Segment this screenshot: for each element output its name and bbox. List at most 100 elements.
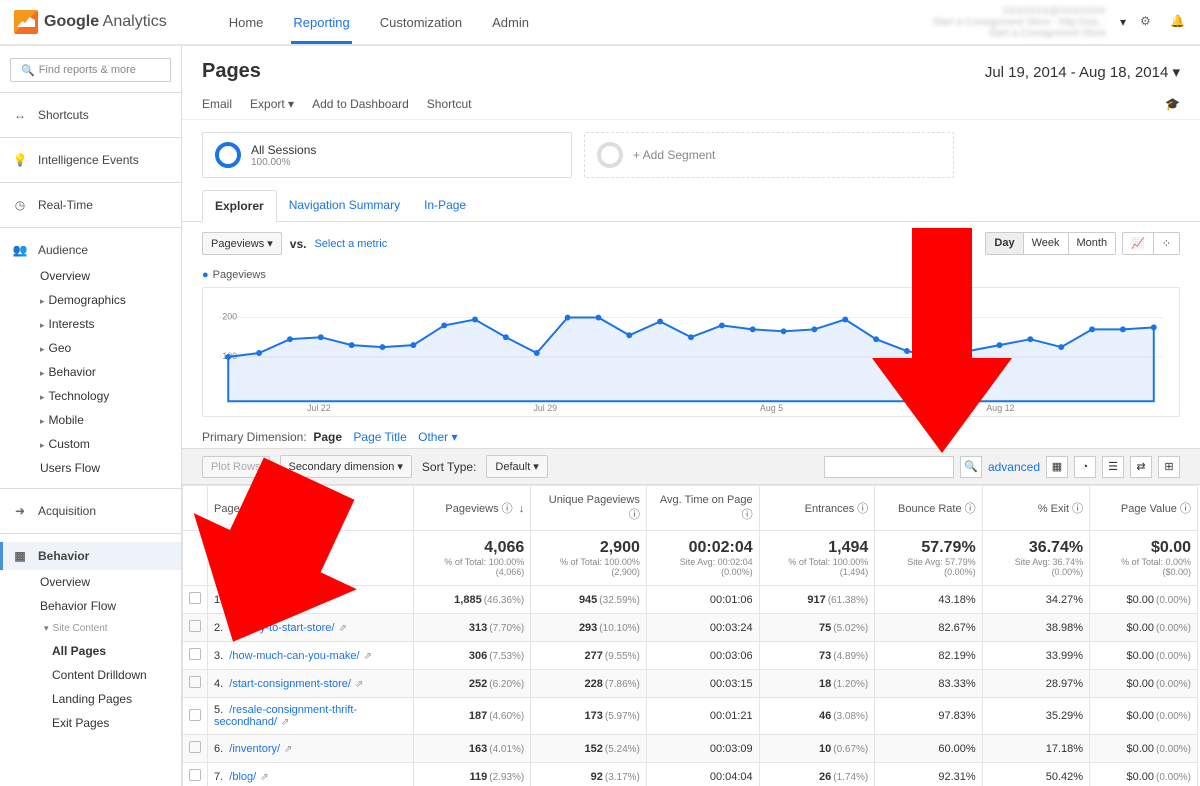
open-icon[interactable]: ⇗ (355, 679, 363, 690)
behavior-flow[interactable]: Behavior Flow (40, 594, 181, 618)
shortcut-button[interactable]: Shortcut (427, 97, 472, 111)
col-exit[interactable]: % Exit ⓘ (982, 486, 1089, 531)
logo[interactable]: Google Analytics (14, 10, 167, 34)
audience-technology[interactable]: Technology (40, 384, 181, 408)
topbar: Google Analytics Home Reporting Customiz… (0, 0, 1200, 46)
bell-icon[interactable]: 🔔 (1170, 14, 1186, 30)
dim-pagetitle[interactable]: Page Title (353, 430, 406, 444)
sidebar-shortcuts[interactable]: ↔Shortcuts (0, 101, 181, 129)
audience-demographics[interactable]: Demographics (40, 288, 181, 312)
search-button-icon[interactable]: 🔍 (960, 456, 982, 478)
cell-avgtime: 00:03:09 (646, 735, 759, 763)
col-pagevalue[interactable]: Page Value ⓘ (1090, 486, 1198, 531)
behavior-subnav: Overview Behavior Flow Site Content (0, 570, 181, 639)
account-label[interactable]: XXXXXXX@XXXXXXXStart a Consignment Store… (933, 6, 1106, 39)
gear-icon[interactable]: ⚙ (1140, 14, 1156, 30)
audience-behavior[interactable]: Behavior (40, 360, 181, 384)
audience-geo[interactable]: Geo (40, 336, 181, 360)
search-input[interactable]: 🔍 Find reports & more (10, 58, 171, 82)
segment-circle-icon (215, 142, 241, 168)
col-avgtime[interactable]: Avg. Time on Page ⓘ (646, 486, 759, 531)
table-row: 6. /inventory/⇗163(4.01%)152(5.24%)00:03… (183, 735, 1198, 763)
col-entrances[interactable]: Entrances ⓘ (759, 486, 875, 531)
select-metric-link[interactable]: Select a metric (314, 238, 387, 250)
tab-explorer[interactable]: Explorer (202, 190, 277, 222)
chart-line-icon[interactable]: 📈 (1123, 233, 1154, 254)
period-week[interactable]: Week (1024, 233, 1069, 254)
email-button[interactable]: Email (202, 97, 232, 111)
audience-custom[interactable]: Custom (40, 432, 181, 456)
cell-value: $0.00(0.00%) (1090, 670, 1198, 698)
sidebar-acquisition[interactable]: ➜Acquisition (0, 497, 181, 525)
audience-interests[interactable]: Interests (40, 312, 181, 336)
sidebar: 🔍 Find reports & more ↔Shortcuts 💡Intell… (0, 46, 182, 786)
sitecontent-exit[interactable]: Exit Pages (52, 711, 181, 735)
segment-all-sessions[interactable]: All Sessions100.00% (202, 132, 572, 178)
nav-customization[interactable]: Customization (378, 1, 464, 44)
report-tabs: Explorer Navigation Summary In-Page (182, 190, 1200, 222)
open-icon[interactable]: ⇗ (284, 744, 292, 755)
row-checkbox[interactable] (183, 763, 208, 786)
addtodash-button[interactable]: Add to Dashboard (312, 97, 409, 111)
page-link[interactable]: /start-consignment-store/ (229, 678, 351, 690)
cell-avgtime: 00:03:06 (646, 642, 759, 670)
segment-sublabel: 100.00% (251, 157, 316, 168)
shortcuts-icon: ↔ (12, 108, 28, 122)
sitecontent-landing[interactable]: Landing Pages (52, 687, 181, 711)
cell-entrances: 26(1.74%) (759, 763, 875, 786)
audience-overview[interactable]: Overview (40, 264, 181, 288)
open-icon[interactable]: ⇗ (281, 717, 289, 728)
view-table-icon[interactable]: ▦ (1046, 456, 1068, 478)
open-icon[interactable]: ⇗ (364, 651, 372, 662)
audience-mobile[interactable]: Mobile (40, 408, 181, 432)
tab-navsummary[interactable]: Navigation Summary (277, 190, 412, 221)
advanced-link[interactable]: advanced (988, 460, 1040, 474)
nav-reporting[interactable]: Reporting (291, 1, 351, 44)
view-bar-icon[interactable]: ☰ (1102, 456, 1124, 478)
behavior-overview[interactable]: Overview (40, 570, 181, 594)
cell-pageviews: 1,885(46.36%) (414, 586, 531, 614)
dim-page[interactable]: Page (313, 430, 342, 444)
account-menu-dropdown-icon[interactable]: ▾ (1120, 15, 1126, 29)
page-link[interactable]: /inventory/ (229, 743, 280, 755)
row-checkbox[interactable] (183, 735, 208, 763)
sum-entrances: 1,494 (766, 539, 869, 557)
row-checkbox[interactable] (183, 698, 208, 735)
dim-other[interactable]: Other ▾ (418, 430, 457, 444)
table-search-input[interactable] (824, 456, 954, 478)
metric-select[interactable]: Pageviews ▾ (202, 232, 282, 255)
sitecontent-drilldown[interactable]: Content Drilldown (52, 663, 181, 687)
date-range-picker[interactable]: Jul 19, 2014 - Aug 18, 2014 ▾ (985, 63, 1180, 81)
cell-avgtime: 00:04:04 (646, 763, 759, 786)
education-icon[interactable]: 🎓 (1165, 97, 1180, 111)
sort-default[interactable]: Default ▾ (486, 455, 547, 478)
open-icon[interactable]: ⇗ (260, 772, 268, 783)
sitecontent-allpages[interactable]: All Pages (52, 639, 181, 663)
period-month[interactable]: Month (1069, 233, 1116, 254)
nav-admin[interactable]: Admin (490, 1, 531, 44)
tab-inpage[interactable]: In-Page (412, 190, 478, 221)
sidebar-audience[interactable]: 👥Audience (0, 236, 181, 264)
add-segment-button[interactable]: + Add Segment (584, 132, 954, 178)
sidebar-realtime[interactable]: ◷Real-Time (0, 191, 181, 219)
logo-text: Google Analytics (44, 13, 167, 31)
add-segment-label: + Add Segment (633, 148, 715, 162)
view-comparison-icon[interactable]: ⇄ (1130, 456, 1152, 478)
nav-home[interactable]: Home (227, 1, 266, 44)
cell-bounce: 83.33% (875, 670, 982, 698)
page-link[interactable]: /blog/ (229, 771, 256, 783)
chart-motion-icon[interactable]: ⁘ (1154, 233, 1179, 254)
col-unique[interactable]: Unique Pageviews ⓘ (531, 486, 647, 531)
sidebar-intelligence[interactable]: 💡Intelligence Events (0, 146, 181, 174)
sidebar-behavior[interactable]: ▦Behavior (0, 542, 181, 570)
audience-usersflow[interactable]: Users Flow (40, 456, 181, 480)
view-pivot-icon[interactable]: ⊞ (1158, 456, 1180, 478)
view-pie-icon[interactable]: ◔ (1074, 456, 1096, 478)
behavior-sitecontent[interactable]: Site Content (44, 618, 181, 639)
export-button[interactable]: Export ▾ (250, 97, 294, 111)
col-pageviews[interactable]: Pageviews ⓘ ↓ (414, 486, 531, 531)
row-checkbox[interactable] (183, 670, 208, 698)
cell-avgtime: 00:03:24 (646, 614, 759, 642)
cell-exit: 34.27% (982, 586, 1089, 614)
col-bounce[interactable]: Bounce Rate ⓘ (875, 486, 982, 531)
